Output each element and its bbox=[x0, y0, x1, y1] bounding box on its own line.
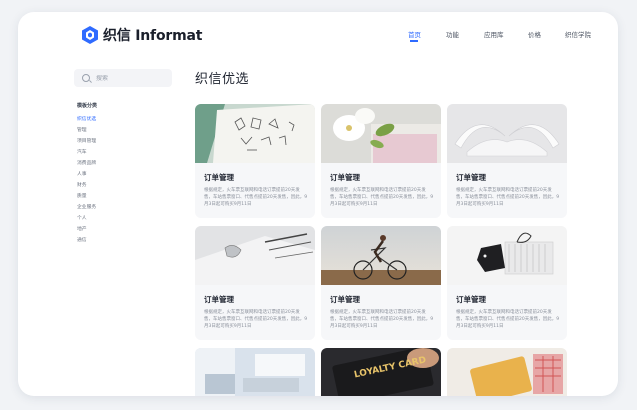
nav-features[interactable]: 功能 bbox=[446, 29, 459, 39]
category-heading: 模板分类 bbox=[77, 103, 98, 109]
sidebar-item-hr[interactable]: 人事 bbox=[77, 170, 87, 177]
card-image-cyclist bbox=[321, 226, 441, 285]
template-card[interactable]: 订单管理 根据规定，火车票互联网和电话订票提前20天发售，车站售票窗口、代售点提… bbox=[195, 226, 315, 340]
brand-logo[interactable]: 织信 Informat bbox=[82, 25, 202, 45]
card-image-gift-tag bbox=[447, 226, 567, 285]
search-icon bbox=[82, 74, 90, 82]
card-description: 根据规定，火车票互联网和电话订票提前20天发售，车站售票窗口、代售点提前20天发… bbox=[456, 188, 560, 207]
template-card[interactable]: 订单管理 根据规定，火车票互联网和电话订票提前20天发售，车站售票窗口、代售点提… bbox=[321, 104, 441, 218]
page-title: 织信优选 bbox=[195, 72, 250, 87]
card-title: 订单管理 bbox=[330, 295, 360, 304]
sidebar-item-finance[interactable]: 财务 bbox=[77, 181, 87, 188]
card-title: 订单管理 bbox=[204, 173, 234, 182]
template-card[interactable]: 订单管理 根据规定，火车票互联网和电话订票提前20天发售，车站售票窗口、代售点提… bbox=[447, 104, 567, 218]
card-image-cart bbox=[447, 348, 567, 396]
card-title: 订单管理 bbox=[456, 295, 486, 304]
search-input[interactable] bbox=[96, 74, 166, 82]
sidebar-item-project-management[interactable]: 项目管理 bbox=[77, 137, 96, 144]
nav-app-library[interactable]: 应用库 bbox=[484, 29, 504, 39]
sidebar-item-featured[interactable]: 织信优选 bbox=[77, 115, 96, 122]
card-description: 根据规定，火车票互联网和电话订票提前20天发售，车站售票窗口、代售点提前20天发… bbox=[456, 310, 560, 329]
card-title: 订单管理 bbox=[330, 173, 360, 182]
card-image-flowers bbox=[321, 104, 441, 163]
card-image-loyalty-card: LOYALTY CARD bbox=[321, 348, 441, 396]
card-image-book bbox=[447, 104, 567, 163]
nav-home[interactable]: 首页 bbox=[408, 29, 421, 39]
search-box[interactable] bbox=[74, 69, 172, 87]
template-card[interactable] bbox=[447, 348, 567, 396]
logo-hexagon-icon bbox=[82, 26, 98, 44]
card-description: 根据规定，火车票互联网和电话订票提前20天发售，车站售票窗口、代售点提前20天发… bbox=[204, 188, 308, 207]
card-image-office bbox=[195, 348, 315, 396]
card-image-sketch bbox=[195, 104, 315, 163]
logo-text: 织信 Informat bbox=[103, 28, 203, 44]
card-title: 订单管理 bbox=[204, 295, 234, 304]
card-description: 根据规定，火车票互联网和电话订票提前20天发售，车站售票窗口、代售点提前20天发… bbox=[330, 310, 434, 329]
nav-pricing[interactable]: 价格 bbox=[528, 29, 541, 39]
card-description: 根据规定，火车票互联网和电话订票提前20天发售，车站售票窗口、代售点提前20天发… bbox=[204, 310, 308, 329]
nav-academy[interactable]: 织信学院 bbox=[565, 29, 591, 39]
sidebar-item-quality[interactable]: 质量 bbox=[77, 192, 87, 199]
sidebar-item-telecom[interactable]: 通信 bbox=[77, 236, 87, 243]
card-title: 订单管理 bbox=[456, 173, 486, 182]
template-card[interactable] bbox=[195, 348, 315, 396]
template-card[interactable]: 订单管理 根据规定，火车票互联网和电话订票提前20天发售，车站售票窗口、代售点提… bbox=[195, 104, 315, 218]
card-image-tools bbox=[195, 226, 315, 285]
template-card[interactable]: 订单管理 根据规定，火车票互联网和电话订票提前20天发售，车站售票窗口、代售点提… bbox=[321, 226, 441, 340]
template-card[interactable]: 订单管理 根据规定，火车票互联网和电话订票提前20天发售，车站售票窗口、代售点提… bbox=[447, 226, 567, 340]
sidebar-item-automotive[interactable]: 汽车 bbox=[77, 148, 87, 155]
nav-active-indicator bbox=[410, 40, 418, 42]
sidebar-item-consumer-brand[interactable]: 消费品牌 bbox=[77, 159, 96, 166]
sidebar-item-management[interactable]: 管理 bbox=[77, 126, 87, 133]
template-card[interactable]: LOYALTY CARD bbox=[321, 348, 441, 396]
sidebar-item-personal[interactable]: 个人 bbox=[77, 214, 87, 221]
sidebar-item-enterprise-service[interactable]: 企业服务 bbox=[77, 203, 96, 210]
sidebar-item-real-estate[interactable]: 地产 bbox=[77, 225, 87, 232]
app-window: 织信 Informat 首页 功能 应用库 价格 织信学院 模板分类 织信优选 … bbox=[18, 12, 618, 396]
card-description: 根据规定，火车票互联网和电话订票提前20天发售，车站售票窗口、代售点提前20天发… bbox=[330, 188, 434, 207]
